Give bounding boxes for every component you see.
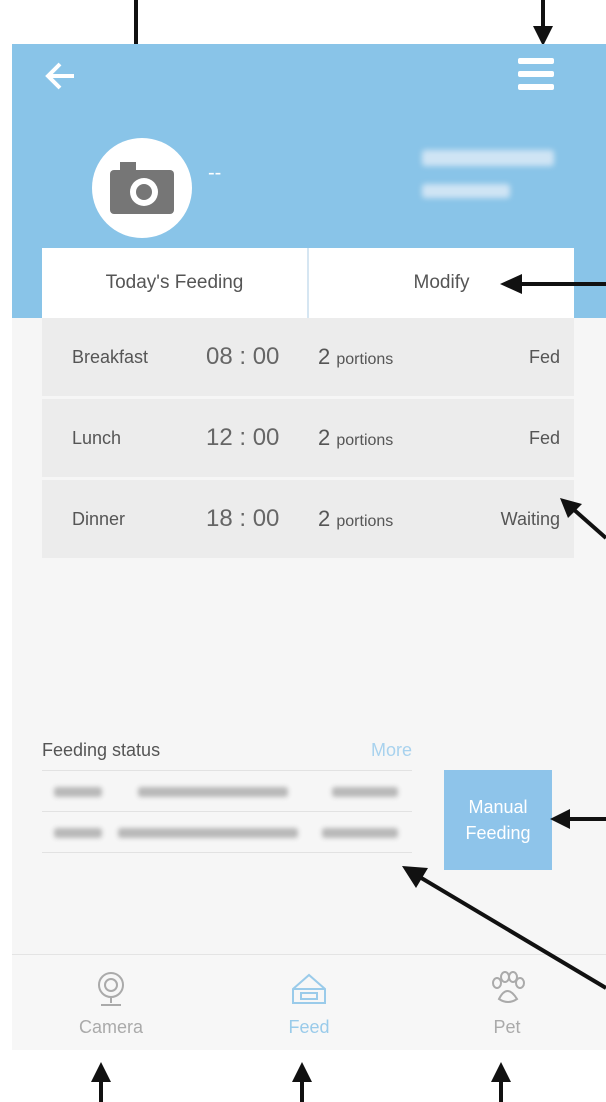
meal-portion-count: 2 xyxy=(318,506,331,531)
nav-feed[interactable]: Feed xyxy=(210,955,408,1050)
annotation-arrow-meal-status xyxy=(560,498,606,540)
manual-feeding-line1: Manual xyxy=(468,797,528,817)
meal-portion-unit: portions xyxy=(336,432,394,449)
blurred-entry xyxy=(54,787,102,797)
manual-feeding-line2: Feeding xyxy=(465,823,531,843)
meal-row-lunch[interactable]: Lunch 12 : 00 2 portions Fed xyxy=(42,399,574,480)
pet-name: -- xyxy=(208,162,222,184)
nav-label: Pet xyxy=(493,1017,521,1037)
annotation-arrow-manual-feeding xyxy=(550,809,606,829)
meal-portion: 2 portions xyxy=(318,318,393,399)
blurred-entry xyxy=(118,828,298,838)
meal-portion-unit: portions xyxy=(336,351,394,368)
meal-name: Dinner xyxy=(72,509,126,529)
nav-label: Camera xyxy=(78,1017,144,1037)
feeding-tabs: Today's Feeding Modify xyxy=(42,248,574,318)
blurred-info xyxy=(422,150,554,166)
meal-name: Lunch xyxy=(72,428,122,448)
manual-feeding-button[interactable]: Manual Feeding xyxy=(444,770,552,870)
meal-status: Waiting xyxy=(500,509,560,529)
meal-time: 08 : 00 xyxy=(206,343,280,370)
annotation-arrow-nav-feed xyxy=(292,1062,312,1102)
meal-schedule: Breakfast 08 : 00 2 portions Fed Lunch 1… xyxy=(42,318,574,561)
tab-todays-feeding[interactable]: Today's Feeding xyxy=(42,248,307,318)
blurred-entry xyxy=(332,787,398,797)
meal-portion-count: 2 xyxy=(318,344,331,369)
meal-time: 12 : 00 xyxy=(206,424,280,451)
webcam-icon xyxy=(98,972,124,1006)
annotation-arrow-feeding-status xyxy=(402,866,606,990)
meal-name: Breakfast xyxy=(72,347,149,367)
meal-row-breakfast[interactable]: Breakfast 08 : 00 2 portions Fed xyxy=(42,318,574,399)
meal-time: 18 : 00 xyxy=(206,505,280,532)
annotation-arrow-modify xyxy=(500,274,606,294)
camera-icon xyxy=(110,162,174,214)
meal-portion-count: 2 xyxy=(318,425,331,450)
feeding-log-row xyxy=(42,771,412,812)
avatar[interactable] xyxy=(92,138,192,238)
blurred-entry xyxy=(54,828,102,838)
feeding-status-title: Feeding status xyxy=(42,740,161,760)
annotation-arrow-nav-pet xyxy=(491,1062,511,1102)
back-arrow-icon[interactable] xyxy=(40,56,80,96)
blurred-entry xyxy=(322,828,398,838)
meal-row-dinner[interactable]: Dinner 18 : 00 2 portions Waiting xyxy=(42,480,574,561)
feed-icon xyxy=(292,973,326,1004)
annotation-arrow-menu xyxy=(533,0,553,46)
meal-status: Fed xyxy=(528,428,560,448)
nav-camera[interactable]: Camera xyxy=(12,955,210,1050)
menu-icon[interactable] xyxy=(514,52,558,96)
meal-portion: 2 portions xyxy=(318,480,393,561)
meal-status: Fed xyxy=(528,347,560,367)
feeding-status-header: Feeding status More xyxy=(42,740,412,771)
nav-label: Feed xyxy=(288,1017,330,1037)
blurred-info xyxy=(422,184,510,198)
more-link[interactable]: More xyxy=(371,740,412,761)
meal-portion: 2 portions xyxy=(318,399,393,480)
blurred-entry xyxy=(138,787,288,797)
feeding-log-row xyxy=(42,812,412,853)
meal-portion-unit: portions xyxy=(336,513,394,530)
annotation-arrow-nav-camera xyxy=(91,1062,111,1102)
